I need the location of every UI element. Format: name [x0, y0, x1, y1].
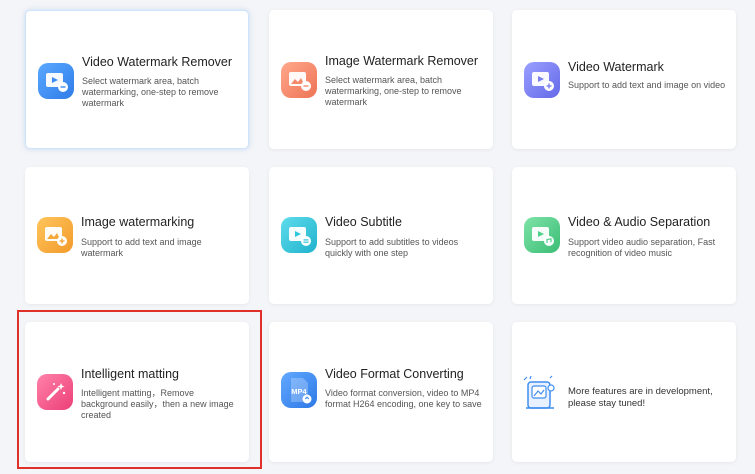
card-title: Video Subtitle	[325, 215, 402, 229]
card-more-features: More features are in development, please…	[512, 322, 736, 462]
card-title: Intelligent matting	[81, 367, 179, 381]
card-title: Video Watermark	[568, 60, 664, 74]
video-format-converting-icon: MP4	[281, 372, 317, 408]
card-intelligent-matting[interactable]: Intelligent matting Intelligent matting，…	[25, 322, 249, 462]
card-description: Support to add text and image watermark	[81, 237, 202, 258]
card-description: Support to add subtitles to videos quick…	[325, 237, 459, 258]
intelligent-matting-icon	[37, 374, 73, 410]
card-description: Support video audio separation, Fast rec…	[568, 237, 716, 258]
card-video-subtitle[interactable]: Video Subtitle Support to add subtitles …	[269, 167, 493, 304]
card-title: Video Format Converting	[325, 367, 464, 381]
card-title: Image watermarking	[81, 215, 195, 229]
card-description: Video format conversion, video to MP4 fo…	[325, 388, 482, 409]
card-video-format-converting[interactable]: MP4 Video Format Converting Video format…	[269, 322, 493, 462]
card-title: Image Watermark Remover	[325, 54, 479, 68]
card-video-watermark-remover[interactable]: Video Watermark Remover Select watermark…	[25, 10, 249, 149]
card-image-watermarking[interactable]: Image watermarking Support to add text a…	[25, 167, 249, 304]
video-audio-separation-icon	[524, 217, 560, 253]
image-watermarking-icon	[37, 217, 73, 253]
card-title: Video & Audio Separation	[568, 215, 711, 229]
card-description: Select watermark area, batch watermarkin…	[82, 76, 219, 108]
card-title: Video Watermark Remover	[82, 55, 233, 69]
card-description: More features are in development, please…	[568, 386, 713, 409]
card-description: Select watermark area, batch watermarkin…	[325, 75, 462, 107]
video-subtitle-icon	[281, 217, 317, 253]
card-video-audio-separation[interactable]: Video & Audio Separation Support video a…	[512, 167, 736, 304]
mp4-badge-text: MP4	[291, 387, 307, 396]
card-description: Support to add text and image on video	[568, 80, 726, 90]
video-watermark-remover-icon	[38, 63, 74, 99]
in-development-illustration-icon	[520, 374, 560, 414]
card-image-watermark-remover[interactable]: Image Watermark Remover Select watermark…	[269, 10, 493, 149]
video-watermark-icon	[524, 62, 560, 98]
card-video-watermark[interactable]: Video Watermark Support to add text and …	[512, 10, 736, 149]
image-watermark-remover-icon	[281, 62, 317, 98]
card-description: Intelligent matting，Remove background ea…	[81, 388, 234, 420]
